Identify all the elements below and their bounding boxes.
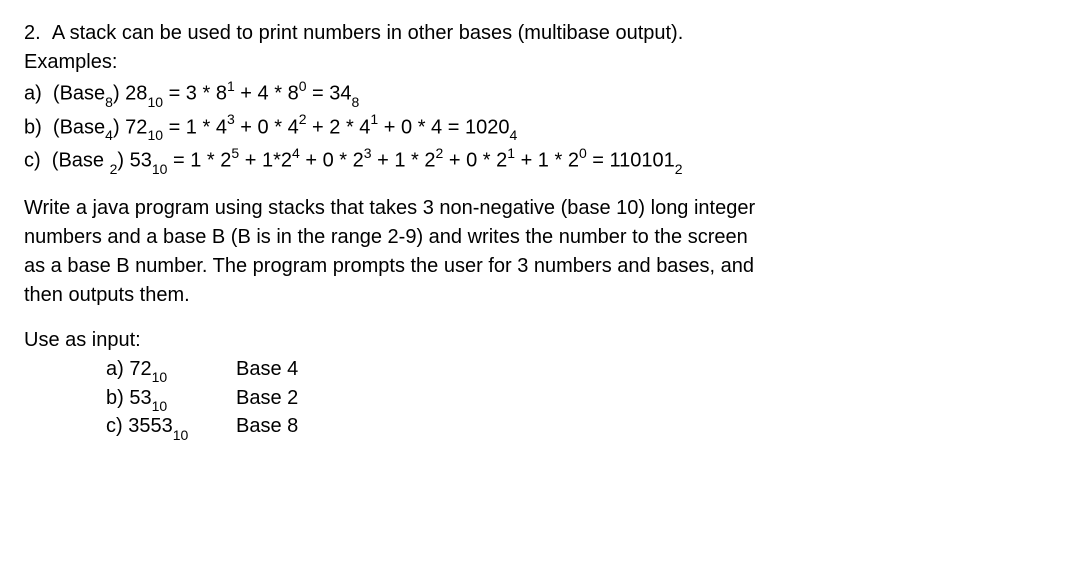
ex-b-prefix: (Base (53, 116, 105, 138)
ex-b-eq1: = 1 * 4 (163, 116, 227, 138)
ex-b-sup1: 3 (227, 111, 235, 127)
ex-b-sub2: 4 (509, 127, 517, 143)
input-a-left: a) 7210 (106, 356, 236, 385)
use-as-input-label: Use as input: (24, 327, 1042, 354)
ex-b-mid1: + 0 * 4 (235, 116, 299, 138)
ex-a-sub2: 8 (352, 94, 360, 110)
intro-text: A stack can be used to print numbers in … (52, 22, 683, 44)
ex-c-base: 2 (110, 161, 118, 177)
ex-b-sup2: 2 (299, 111, 307, 127)
input-c-sub: 10 (173, 427, 189, 443)
input-c-right: Base 8 (236, 413, 1042, 442)
ex-a-eq2: = 34 (306, 83, 351, 105)
input-list: a) 7210 Base 4 b) 5310 Base 2 c) 355310 … (24, 356, 1042, 443)
ex-b-label: b) (24, 116, 42, 138)
problem-container: 2. A stack can be used to print numbers … (24, 20, 1042, 442)
input-section: Use as input: a) 7210 Base 4 b) 5310 Bas… (24, 327, 1042, 443)
intro-line: 2. A stack can be used to print numbers … (24, 20, 1042, 47)
task-line-3: as a base B number. The program prompts … (24, 253, 1042, 280)
input-row-b: b) 5310 Base 2 (106, 385, 1042, 414)
ex-b-base: 4 (105, 127, 113, 143)
input-row-a: a) 7210 Base 4 (106, 356, 1042, 385)
ex-a-sub1: 10 (147, 94, 163, 110)
ex-c-prefix: (Base (52, 150, 110, 172)
task-line-4: then outputs them. (24, 282, 1042, 309)
example-a: a) (Base8) 2810 = 3 * 81 + 4 * 80 = 348 (24, 78, 1042, 110)
ex-b-mid3: + 0 * 4 = 1020 (378, 116, 509, 138)
task-paragraph: Write a java program using stacks that t… (24, 195, 1042, 309)
ex-c-mid5: + 1 * 2 (515, 150, 579, 172)
ex-b-sub1: 10 (147, 127, 163, 143)
input-b-left: b) 5310 (106, 385, 236, 414)
ex-c-mid3: + 1 * 2 (372, 150, 436, 172)
ex-c-sub2: 2 (675, 161, 683, 177)
ex-b-mid2: + 2 * 4 (306, 116, 370, 138)
ex-c-sup5: 1 (507, 145, 515, 161)
ex-c-sup3: 3 (364, 145, 372, 161)
ex-a-label: a) (24, 83, 42, 105)
ex-b-sup3: 1 (370, 111, 378, 127)
input-a-right: Base 4 (236, 356, 1042, 385)
ex-c-close: ) 53 (117, 150, 151, 172)
ex-b-close: ) 72 (113, 116, 147, 138)
input-c-left: c) 355310 (106, 413, 236, 442)
ex-a-mid1: + 4 * 8 (235, 83, 299, 105)
task-line-1: Write a java program using stacks that t… (24, 195, 1042, 222)
input-b-num: b) 53 (106, 387, 152, 409)
ex-a-base: 8 (105, 94, 113, 110)
input-a-num: a) 72 (106, 358, 152, 380)
ex-c-mid2: + 0 * 2 (300, 150, 364, 172)
ex-a-close: ) 28 (113, 83, 147, 105)
ex-c-eq2: = 110101 (587, 150, 675, 172)
input-a-sub: 10 (152, 369, 168, 385)
ex-a-eq1: = 3 * 8 (163, 83, 227, 105)
input-b-sub: 10 (152, 398, 168, 414)
ex-c-sup6: 0 (579, 145, 587, 161)
ex-c-sub1: 10 (152, 161, 168, 177)
ex-c-label: c) (24, 150, 41, 172)
input-row-c: c) 355310 Base 8 (106, 413, 1042, 442)
ex-c-mid4: + 0 * 2 (443, 150, 507, 172)
ex-c-eq1: = 1 * 2 (167, 150, 231, 172)
example-b: b) (Base4) 7210 = 1 * 43 + 0 * 42 + 2 * … (24, 112, 1042, 144)
ex-c-sup2: 4 (292, 145, 300, 161)
question-number: 2. (24, 22, 41, 44)
ex-c-sup4: 2 (435, 145, 443, 161)
ex-a-sup1: 1 (227, 78, 235, 94)
ex-c-sup1: 5 (231, 145, 239, 161)
example-c: c) (Base 2) 5310 = 1 * 25 + 1*24 + 0 * 2… (24, 145, 1042, 177)
ex-a-prefix: (Base (53, 83, 105, 105)
examples-label: Examples: (24, 49, 1042, 76)
input-c-num: c) 3553 (106, 415, 173, 437)
input-b-right: Base 2 (236, 385, 1042, 414)
task-line-2: numbers and a base B (B is in the range … (24, 224, 1042, 251)
ex-a-sup2: 0 (299, 78, 307, 94)
ex-c-mid1: + 1*2 (239, 150, 292, 172)
